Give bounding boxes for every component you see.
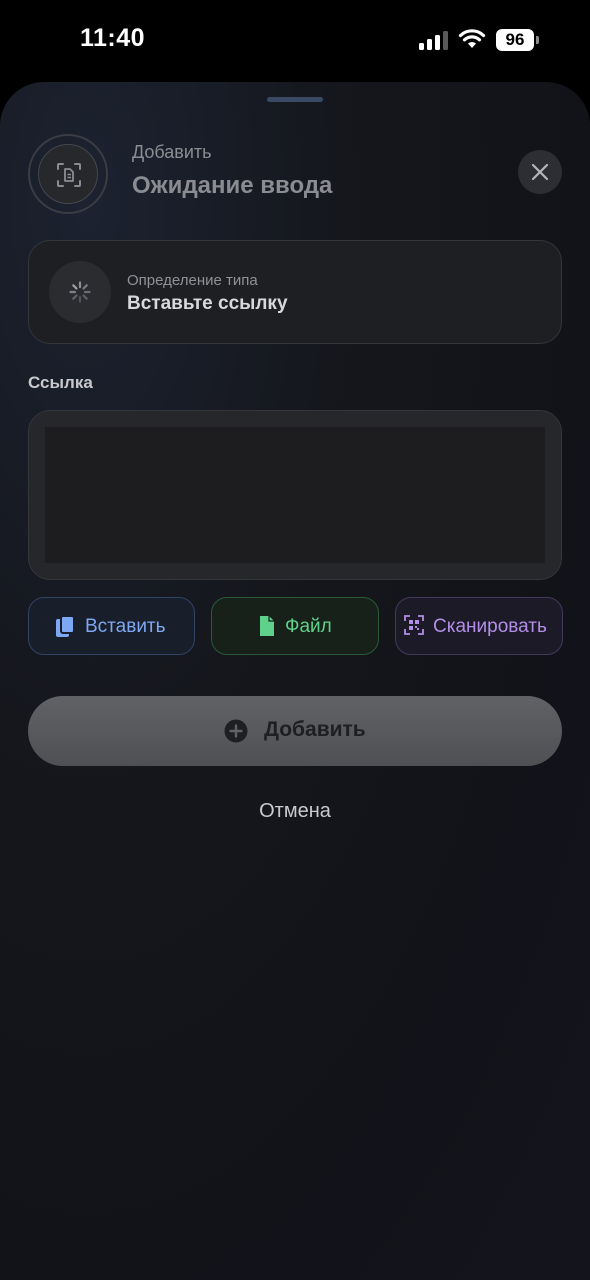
header-subtitle: Добавить bbox=[132, 142, 212, 162]
header-icon-circle bbox=[38, 144, 98, 204]
sheet-grabber[interactable] bbox=[267, 97, 323, 102]
screen: 11:40 96 Добавить Ожидание ввода Определ… bbox=[0, 0, 590, 1280]
status-time: 11:40 bbox=[80, 24, 146, 52]
header-title: Ожидание ввода bbox=[132, 172, 333, 199]
wifi-icon bbox=[458, 29, 486, 48]
cancel-button[interactable]: Отмена bbox=[195, 800, 395, 830]
file-button-label: Файл bbox=[285, 616, 332, 637]
type-detection-value: Вставьте ссылку bbox=[127, 293, 288, 314]
scan-button[interactable]: Сканировать bbox=[395, 597, 563, 655]
qr-scan-icon bbox=[404, 615, 424, 635]
type-detection-label: Определение типа bbox=[127, 272, 258, 289]
type-detection-card: Определение типа Вставьте ссылку bbox=[28, 240, 562, 344]
type-detection-icon-circle bbox=[49, 261, 111, 323]
link-input[interactable] bbox=[45, 427, 545, 563]
loading-spinner-icon bbox=[69, 281, 91, 303]
plus-circle-icon bbox=[224, 719, 248, 743]
link-field-container bbox=[28, 410, 562, 580]
battery-indicator: 96 bbox=[496, 29, 540, 51]
header-icon-container bbox=[28, 134, 108, 214]
link-field-label: Ссылка bbox=[28, 373, 93, 392]
paste-button[interactable]: Вставить bbox=[28, 597, 195, 655]
battery-level: 96 bbox=[496, 29, 534, 51]
status-bar: 11:40 96 bbox=[0, 0, 590, 80]
cellular-signal-icon bbox=[419, 31, 448, 50]
document-scan-icon bbox=[57, 163, 81, 187]
scan-button-label: Сканировать bbox=[433, 616, 547, 637]
file-icon bbox=[260, 616, 274, 636]
close-button[interactable] bbox=[518, 150, 562, 194]
add-submit-button[interactable]: Добавить bbox=[28, 696, 562, 766]
paste-button-label: Вставить bbox=[85, 616, 166, 637]
battery-cap bbox=[536, 36, 539, 44]
file-button[interactable]: Файл bbox=[211, 597, 379, 655]
add-sheet: Добавить Ожидание ввода Определение типа… bbox=[0, 82, 590, 1280]
close-icon bbox=[531, 163, 549, 181]
clipboard-icon bbox=[56, 615, 75, 637]
add-submit-label: Добавить bbox=[264, 718, 366, 741]
